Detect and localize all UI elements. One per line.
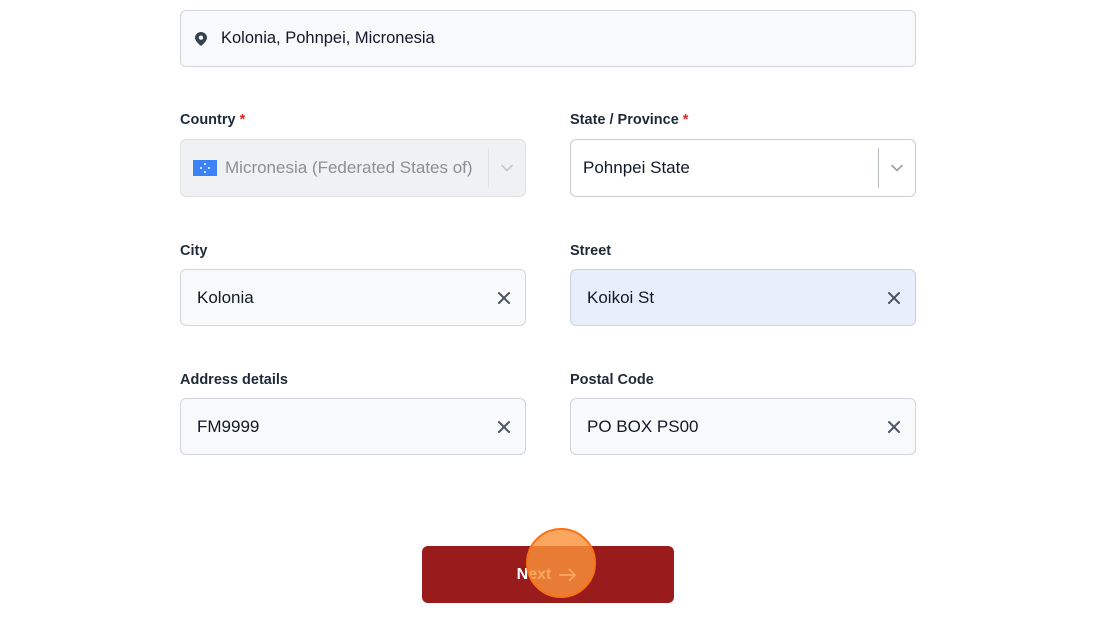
clear-icon[interactable] — [495, 418, 513, 436]
arrow-right-icon — [559, 565, 579, 585]
micronesia-flag-icon — [193, 160, 217, 176]
city-input[interactable]: Kolonia — [180, 269, 526, 326]
street-value: Koikoi St — [587, 287, 655, 307]
city-value: Kolonia — [197, 287, 254, 307]
state-select[interactable]: Pohnpei State — [570, 139, 916, 197]
next-button[interactable]: Next — [422, 546, 674, 603]
street-label: Street — [570, 243, 612, 259]
select-divider — [488, 148, 489, 188]
postal-code-label: Postal Code — [570, 372, 654, 388]
location-field[interactable]: Kolonia, Pohnpei, Micronesia — [180, 10, 916, 67]
country-label-text: Country — [180, 112, 236, 128]
chevron-down-icon[interactable] — [889, 160, 905, 176]
chevron-down-icon — [499, 160, 515, 176]
select-divider — [878, 148, 879, 188]
postal-code-value: PO BOX PS00 — [587, 416, 699, 436]
state-label: State / Province * — [570, 112, 688, 128]
next-button-label: Next — [516, 565, 552, 583]
required-mark: * — [239, 112, 246, 128]
location-value: Kolonia, Pohnpei, Micronesia — [221, 29, 435, 47]
map-pin-icon — [193, 31, 209, 47]
clear-icon[interactable] — [495, 289, 513, 307]
state-value: Pohnpei State — [583, 158, 690, 177]
required-mark: * — [682, 112, 689, 128]
city-label: City — [180, 243, 208, 259]
state-label-text: State / Province — [570, 112, 679, 128]
clear-icon[interactable] — [885, 418, 903, 436]
country-value: Micronesia (Federated States of) — [225, 158, 473, 177]
address-details-input[interactable]: FM9999 — [180, 398, 526, 455]
address-details-value: FM9999 — [197, 416, 260, 436]
clear-icon[interactable] — [885, 289, 903, 307]
country-label: Country * — [180, 112, 245, 128]
address-details-label: Address details — [180, 372, 288, 388]
postal-code-input[interactable]: PO BOX PS00 — [570, 398, 916, 455]
street-input[interactable]: Koikoi St — [570, 269, 916, 326]
country-select[interactable]: Micronesia (Federated States of) — [180, 139, 526, 197]
